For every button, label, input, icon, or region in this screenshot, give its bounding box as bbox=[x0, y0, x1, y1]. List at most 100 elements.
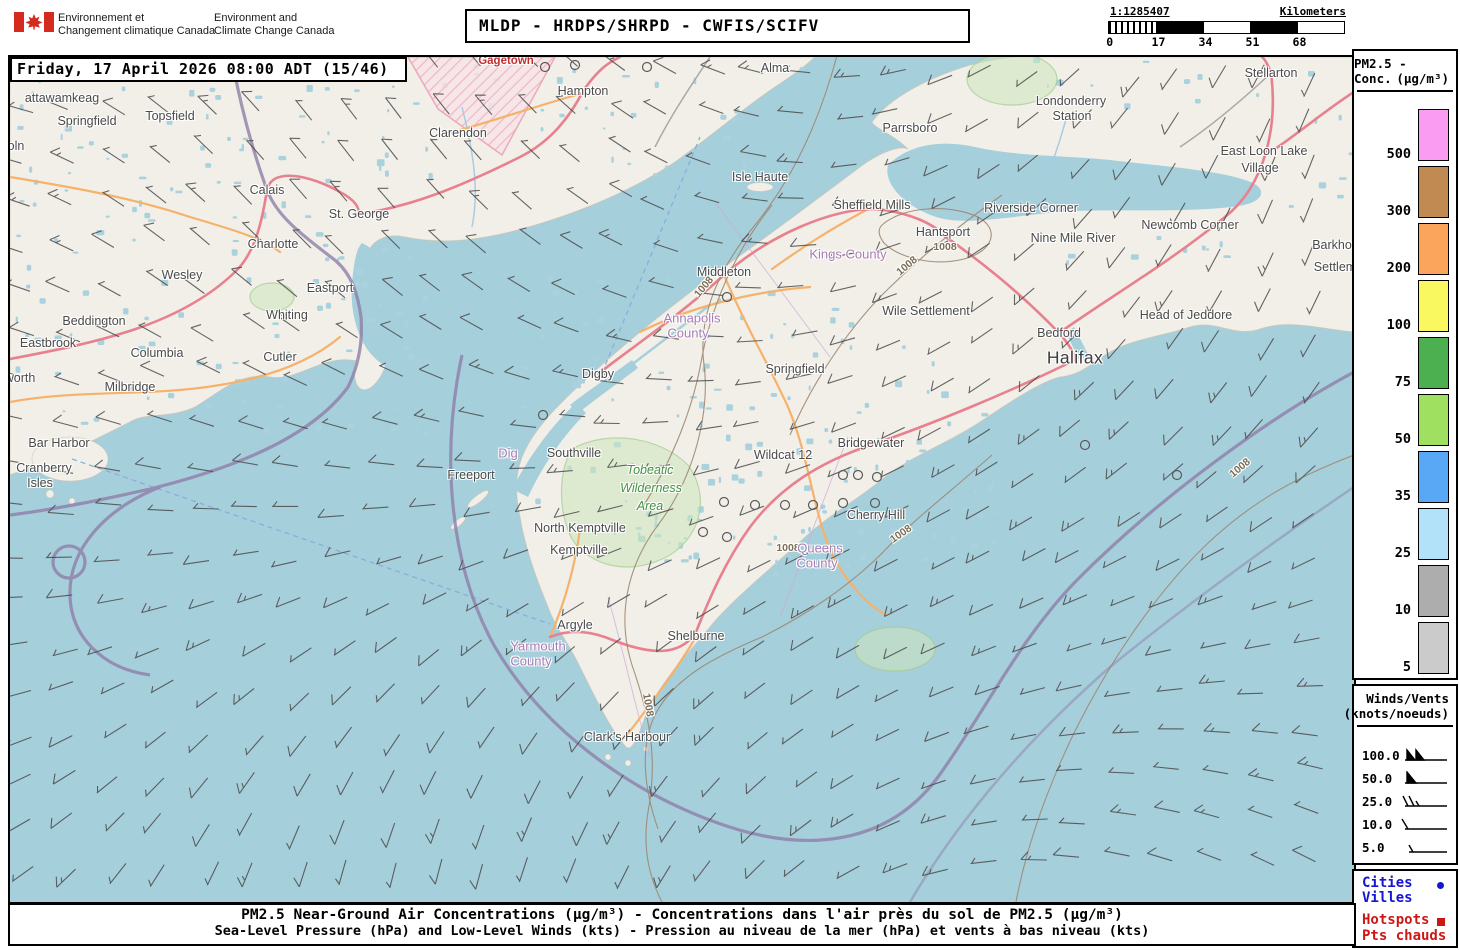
map-label: 1008 bbox=[691, 274, 717, 300]
caption-box: PM2.5 Near-Ground Air Concentrations (µg… bbox=[8, 903, 1356, 946]
cities-label-fr: Villes bbox=[1362, 890, 1413, 906]
wind-speed-label: 10.0 bbox=[1362, 817, 1393, 832]
map-label: Southville bbox=[546, 446, 602, 460]
map-label: Alma bbox=[760, 61, 790, 75]
map-label: County bbox=[510, 653, 552, 669]
pm25-threshold-label: 10 bbox=[1394, 602, 1411, 618]
map-label: Halifax bbox=[1046, 347, 1104, 368]
map-label: Settlem bbox=[1313, 260, 1356, 274]
cities-label-en: Cities bbox=[1362, 875, 1413, 891]
map-label: 1008 bbox=[1227, 455, 1253, 481]
scale-segment bbox=[1156, 22, 1203, 33]
map-label: Dig bbox=[498, 445, 518, 461]
hotspots-label-fr: Pts chauds bbox=[1362, 928, 1447, 944]
map-label: Eastbrook bbox=[19, 336, 77, 350]
map-label: Nine Mile River bbox=[1030, 231, 1116, 245]
map-label: Tobeatic bbox=[626, 463, 674, 477]
map-label: Springfield bbox=[765, 362, 825, 376]
department-name-en: Environment and Climate Change Canada bbox=[214, 12, 335, 37]
divider bbox=[1357, 90, 1453, 92]
wind-barb-icon bbox=[1405, 771, 1447, 784]
map-label: Annapolis bbox=[663, 310, 721, 326]
wind-legend-entry: 25.0 bbox=[1354, 790, 1456, 813]
canada-flag-logo bbox=[14, 12, 54, 32]
pm25-legend: PM2.5 - Conc. (µg/m³) 500 300 200 100 75 50 35… bbox=[1352, 49, 1458, 680]
pm25-threshold-label: 25 bbox=[1394, 545, 1411, 561]
wind-speed-label: 100.0 bbox=[1362, 748, 1400, 763]
wind-speed-label: 25.0 bbox=[1362, 794, 1393, 809]
scale-tick: 0 bbox=[1106, 35, 1114, 49]
map-label: 1008 bbox=[640, 692, 656, 718]
pm25-color-swatch bbox=[1418, 337, 1449, 389]
city-dot-icon bbox=[1437, 882, 1444, 889]
pm25-legend-entry: 10 bbox=[1354, 560, 1456, 617]
map-label: Beddington bbox=[62, 314, 126, 328]
map-label: Isles bbox=[27, 476, 53, 490]
map-label: Area bbox=[636, 499, 664, 513]
wind-barb-icon bbox=[1408, 844, 1447, 853]
hotspot-square-icon bbox=[1437, 918, 1445, 926]
pm25-color-swatch bbox=[1418, 565, 1449, 617]
pm25-legend-entry: 75 bbox=[1354, 332, 1456, 389]
pm25-legend-entry: 100 bbox=[1354, 275, 1456, 332]
map-label: Topsfield bbox=[145, 109, 195, 123]
pm25-color-swatch bbox=[1418, 394, 1449, 446]
winds-legend-title: Winds/Vents bbox=[1366, 691, 1449, 706]
scale-segment bbox=[1297, 22, 1343, 33]
pm25-legend-units: (µg/m³) bbox=[1396, 71, 1449, 86]
caption-line1: PM2.5 Near-Ground Air Concentrations (µg… bbox=[241, 907, 1123, 923]
wind-barb-icon bbox=[1405, 748, 1447, 761]
map-label: 1008 bbox=[933, 241, 957, 253]
pm25-color-swatch bbox=[1418, 280, 1449, 332]
map-label: Clark's Harbour bbox=[583, 730, 671, 744]
map-label: attawamkeag bbox=[24, 91, 100, 105]
map-label: Gagetown bbox=[478, 55, 534, 67]
map-label: Yarmouth bbox=[510, 638, 566, 654]
map-label: Columbia bbox=[130, 346, 184, 360]
scale-ratio: 1:1285407 bbox=[1110, 5, 1170, 18]
pm25-threshold-label: 50 bbox=[1394, 431, 1411, 447]
map-label: Kemptville bbox=[550, 543, 608, 557]
wind-speed-label: 50.0 bbox=[1362, 771, 1393, 786]
eccc-dispersion-map-page: Environnement et Changement climatique Ca… bbox=[0, 0, 1460, 950]
hotspots-label-en: Hotspots bbox=[1362, 912, 1430, 928]
winds-legend: Winds/Vents (knots/noeuds) 100.0 50.0 25.0… bbox=[1344, 684, 1458, 865]
map-label: Bridgewater bbox=[837, 436, 905, 450]
map-label: County bbox=[796, 555, 838, 571]
map-label: Head of Jeddore bbox=[1139, 308, 1233, 322]
timestamp-box: Friday, 17 April 2026 08:00 ADT (15/46) bbox=[10, 57, 407, 82]
map-label: worth bbox=[10, 371, 36, 385]
map-label: Argyle bbox=[557, 618, 593, 632]
map-label: Stellarton bbox=[1244, 66, 1298, 80]
map-label: Whiting bbox=[266, 308, 308, 322]
map-label: oln bbox=[8, 139, 25, 153]
wind-legend-entry: 10.0 bbox=[1354, 813, 1456, 836]
pm25-legend-entry: 50 bbox=[1354, 389, 1456, 446]
scale-segment bbox=[1109, 22, 1156, 33]
map-label: Sheffield Mills bbox=[833, 198, 911, 212]
pm25-color-swatch bbox=[1418, 508, 1449, 560]
divider bbox=[1357, 725, 1453, 727]
map-label: Riverside Corner bbox=[984, 201, 1078, 215]
map-canvas[interactable]: attawamkeag Springfield Topsfield oln Calais… bbox=[8, 55, 1356, 904]
scale-tick: 17 bbox=[1151, 35, 1166, 49]
map-label: Cherry Hill bbox=[846, 508, 906, 522]
pm25-color-swatch bbox=[1418, 109, 1449, 161]
map-label: Isle Haute bbox=[731, 170, 789, 184]
pm25-color-swatch bbox=[1418, 223, 1449, 275]
map-label: 1008 bbox=[894, 253, 920, 279]
pm25-legend-entry: 500 bbox=[1354, 104, 1456, 161]
pm25-legend-entry: 200 bbox=[1354, 218, 1456, 275]
map-label: Hampton bbox=[557, 84, 609, 98]
map-label: 1008 bbox=[887, 522, 915, 546]
pm25-threshold-label: 200 bbox=[1386, 260, 1411, 276]
map-labels: attawamkeag Springfield Topsfield oln Calais… bbox=[10, 57, 1354, 902]
map-label: Wile Settlement bbox=[882, 304, 970, 318]
map-label: Cutler bbox=[263, 350, 297, 364]
map-label: Village bbox=[1241, 161, 1279, 175]
markers-legend: Cities Villes Hotspots Pts chauds bbox=[1352, 869, 1458, 948]
pm25-legend-entry: 35 bbox=[1354, 446, 1456, 503]
map-scale: 1:1285407 Kilometers 0 17 34 51 68 bbox=[1106, 5, 1348, 53]
pm25-threshold-label: 500 bbox=[1386, 146, 1411, 162]
map-label: Kings County bbox=[809, 246, 887, 262]
